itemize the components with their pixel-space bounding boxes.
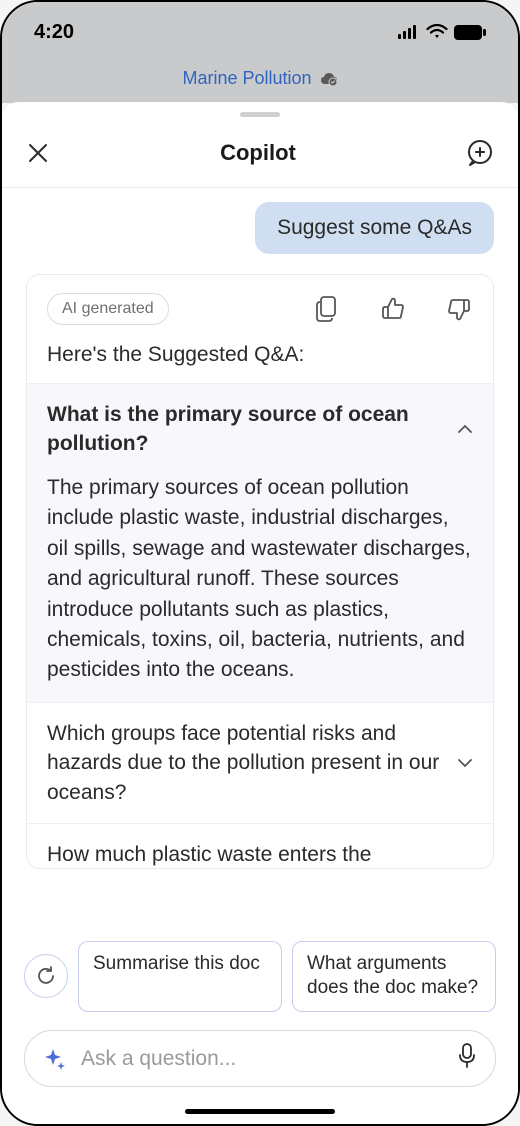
qa-answer: The primary sources of ocean pollution i…: [47, 473, 473, 686]
battery-icon: [454, 25, 486, 40]
bottom-panel: Summarise this doc What arguments does t…: [2, 928, 518, 1124]
thumbs-up-icon: [381, 297, 405, 321]
qa-question: What is the primary source of ocean poll…: [47, 400, 441, 459]
wifi-icon: [426, 24, 448, 40]
new-chat-button[interactable]: [464, 137, 496, 169]
status-time: 4:20: [34, 21, 74, 44]
copilot-sheet: Copilot Suggest some Q&As AI generated: [2, 102, 518, 1124]
chat-plus-icon: [466, 139, 494, 167]
chevron-down-icon: [457, 758, 473, 768]
refresh-icon: [35, 965, 57, 987]
qa-item-cutoff: How much plastic waste enters the: [27, 823, 493, 868]
question-input[interactable]: [81, 1047, 443, 1071]
status-icons: [398, 24, 486, 40]
copy-icon: [316, 296, 338, 322]
suggestion-chip[interactable]: Summarise this doc: [78, 941, 282, 1012]
sparkle-icon: [43, 1047, 67, 1071]
qa-question: How much plastic waste enters the: [47, 840, 473, 868]
signal-icon: [398, 25, 420, 39]
copilot-header: Copilot: [2, 117, 518, 188]
conversation-area[interactable]: Suggest some Q&As AI generated Here's: [2, 188, 518, 928]
ai-intro-text: Here's the Suggested Q&A:: [27, 339, 493, 383]
microphone-button[interactable]: [457, 1043, 477, 1074]
qa-item-expanded: What is the primary source of ocean poll…: [27, 383, 493, 702]
qa-toggle[interactable]: How much plastic waste enters the: [47, 840, 473, 868]
refresh-suggestions-button[interactable]: [24, 954, 68, 998]
qa-toggle[interactable]: Which groups face potential risks and ha…: [47, 719, 473, 807]
copilot-title: Copilot: [220, 140, 296, 166]
document-title[interactable]: Marine Pollution: [182, 68, 311, 89]
suggestions-row: Summarise this doc What arguments does t…: [24, 941, 496, 1012]
qa-question: Which groups face potential risks and ha…: [47, 719, 441, 807]
copy-button[interactable]: [313, 295, 341, 323]
thumbs-down-button[interactable]: [445, 295, 473, 323]
microphone-icon: [457, 1043, 477, 1069]
ai-response-actions: [313, 295, 473, 323]
ai-generated-badge: AI generated: [47, 293, 169, 325]
user-message-bubble: Suggest some Q&As: [255, 202, 494, 254]
qa-item-collapsed: Which groups face potential risks and ha…: [27, 702, 493, 823]
suggestion-chip[interactable]: What arguments does the doc make?: [292, 941, 496, 1012]
status-bar: 4:20: [2, 2, 518, 62]
chevron-up-icon: [457, 424, 473, 434]
thumbs-down-icon: [447, 297, 471, 321]
close-button[interactable]: [24, 139, 52, 167]
cloud-sync-icon: [320, 72, 338, 86]
thumbs-up-button[interactable]: [379, 295, 407, 323]
ai-response-block: AI generated Here's the Suggested Q&A:: [26, 274, 494, 869]
document-header: Marine Pollution: [2, 62, 518, 103]
input-bar[interactable]: [24, 1030, 496, 1087]
qa-toggle[interactable]: What is the primary source of ocean poll…: [47, 400, 473, 459]
user-message: Suggest some Q&As: [26, 202, 494, 254]
close-icon: [27, 142, 49, 164]
home-indicator[interactable]: [185, 1109, 335, 1114]
ai-response-meta: AI generated: [27, 293, 493, 339]
